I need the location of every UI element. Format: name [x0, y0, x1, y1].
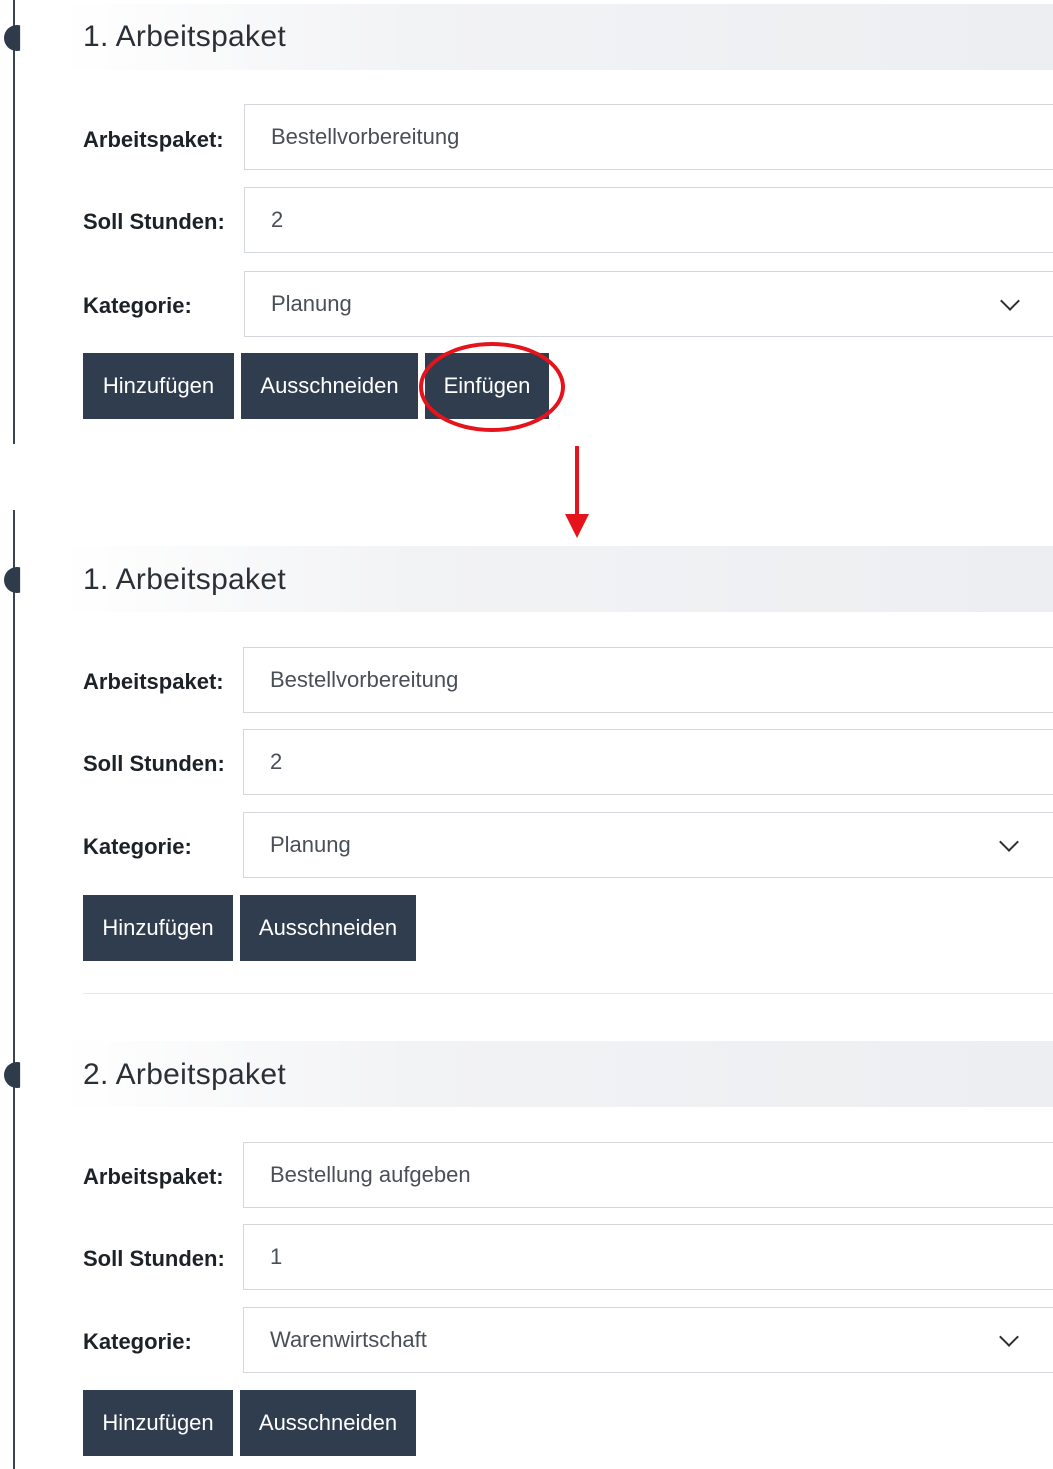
timeline-line — [13, 0, 15, 444]
soll-stunden-label: Soll Stunden: — [83, 1246, 225, 1271]
timeline-line — [13, 510, 15, 1469]
arbeitspaket-input[interactable]: Bestellvorbereitung — [243, 647, 1053, 713]
arbeitspaket-input[interactable]: Bestellung aufgeben — [243, 1142, 1053, 1208]
chevron-down-icon — [1000, 291, 1020, 311]
arbeitspaket-label: Arbeitspaket: — [83, 127, 224, 152]
cut-button[interactable]: Ausschneiden — [240, 895, 416, 961]
add-button[interactable]: Hinzufügen — [83, 895, 233, 961]
cut-button[interactable]: Ausschneiden — [241, 353, 418, 419]
add-button[interactable]: Hinzufügen — [83, 353, 234, 419]
kategorie-label: Kategorie: — [83, 834, 192, 859]
soll-stunden-value: 2 — [270, 749, 283, 774]
soll-stunden-value: 2 — [271, 207, 284, 232]
kategorie-select[interactable]: Warenwirtschaft — [243, 1307, 1053, 1373]
timeline-dot — [4, 25, 21, 51]
chevron-down-icon — [999, 832, 1019, 852]
soll-stunden-input[interactable]: 2 — [243, 729, 1053, 795]
soll-stunden-label: Soll Stunden: — [83, 209, 225, 234]
kategorie-select[interactable]: Planung — [244, 271, 1053, 337]
arbeitspaket-value: Bestellvorbereitung — [270, 667, 459, 692]
highlight-circle — [419, 342, 565, 432]
chevron-down-icon — [999, 1327, 1019, 1347]
package-divider — [83, 993, 1053, 994]
arrow-down-icon — [575, 446, 579, 518]
package-title: 2. Arbeitspaket — [83, 1058, 286, 1091]
package-title: 1. Arbeitspaket — [83, 20, 286, 53]
kategorie-value: Planung — [270, 832, 351, 857]
soll-stunden-input[interactable]: 2 — [244, 187, 1053, 253]
soll-stunden-input[interactable]: 1 — [243, 1224, 1053, 1290]
arbeitspaket-value: Bestellvorbereitung — [271, 124, 460, 149]
arbeitspaket-value: Bestellung aufgeben — [270, 1162, 471, 1187]
arbeitspaket-label: Arbeitspaket: — [83, 1164, 224, 1189]
arrow-head-icon — [565, 514, 589, 538]
kategorie-label: Kategorie: — [83, 1329, 192, 1354]
add-button[interactable]: Hinzufügen — [83, 1390, 233, 1456]
arbeitspaket-input[interactable]: Bestellvorbereitung — [244, 104, 1053, 170]
arbeitspaket-label: Arbeitspaket: — [83, 669, 224, 694]
soll-stunden-label: Soll Stunden: — [83, 751, 225, 776]
kategorie-label: Kategorie: — [83, 293, 192, 318]
kategorie-select[interactable]: Planung — [243, 812, 1053, 878]
kategorie-value: Warenwirtschaft — [270, 1327, 427, 1352]
package-title: 1. Arbeitspaket — [83, 563, 286, 596]
timeline-dot — [4, 567, 21, 593]
timeline-dot — [4, 1062, 21, 1088]
kategorie-value: Planung — [271, 291, 352, 316]
soll-stunden-value: 1 — [270, 1244, 283, 1269]
cut-button[interactable]: Ausschneiden — [240, 1390, 416, 1456]
